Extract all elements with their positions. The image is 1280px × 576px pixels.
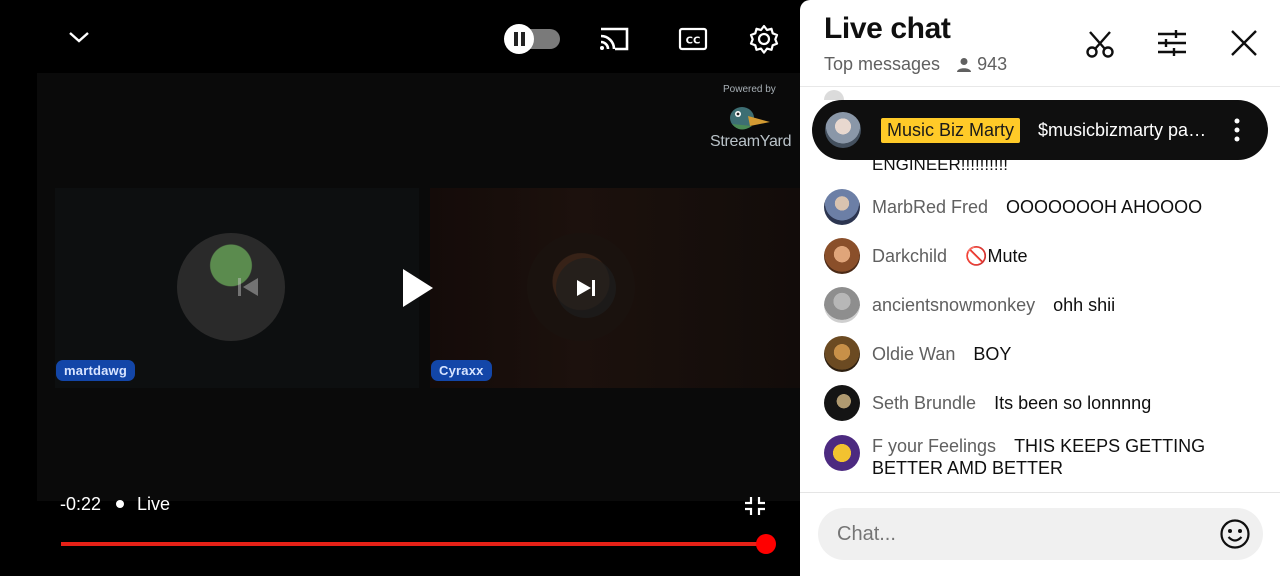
avatar xyxy=(824,287,860,323)
avatar xyxy=(824,435,860,471)
chat-subheader: Top messages 943 xyxy=(824,54,1007,75)
message-text: ohh shii xyxy=(1053,295,1116,315)
streamyard-watermark: Powered by StreamYard xyxy=(706,84,798,154)
time-display: -0:22 Live xyxy=(60,492,170,516)
pinned-text: $musicbizmarty pa… xyxy=(1038,119,1207,140)
avatar xyxy=(824,238,860,274)
avatar xyxy=(824,385,860,421)
chat-input[interactable] xyxy=(837,522,1197,546)
input-divider xyxy=(800,492,1280,493)
message-text: Its been so lonnnng xyxy=(994,393,1152,413)
participant-name-tag: martdawg xyxy=(56,360,136,381)
message-text: 🚫Mute xyxy=(965,246,1028,266)
message-author[interactable]: MarbRed Fred xyxy=(872,197,988,217)
person-icon xyxy=(957,57,972,72)
streamyard-duck-logo xyxy=(730,107,770,130)
emoji-icon[interactable] xyxy=(1219,518,1251,550)
tune-icon[interactable] xyxy=(1152,23,1192,63)
message-author[interactable]: F your Feelings xyxy=(872,436,996,456)
scissors-icon[interactable] xyxy=(1080,24,1120,64)
message-text: BOY xyxy=(973,344,1012,364)
video-player[interactable]: martdawg Cyraxx Powered by StreamYard CC… xyxy=(0,0,800,576)
message-author[interactable]: Seth Brundle xyxy=(872,393,976,413)
chat-message[interactable]: ancientsnowmonkey ohh shii xyxy=(824,287,1264,323)
live-label[interactable]: Live xyxy=(137,494,170,515)
chat-mode-selector[interactable]: Top messages xyxy=(824,54,940,75)
chat-input-container[interactable] xyxy=(818,508,1263,560)
svg-text:CC: CC xyxy=(686,36,701,47)
exit-fullscreen-icon[interactable] xyxy=(742,494,768,518)
scrolled-message xyxy=(824,86,1124,100)
live-chat-panel: Live chat Top messages 943 ENGINEER!!!!!… xyxy=(800,0,1280,576)
pinned-message[interactable]: Music Biz Marty $musicbizmarty pa… xyxy=(812,100,1268,160)
viewer-count: 943 xyxy=(956,54,1007,75)
avatar xyxy=(824,189,860,225)
app-root: martdawg Cyraxx Powered by StreamYard CC… xyxy=(0,0,1280,576)
time-remaining: -0:22 xyxy=(60,493,102,514)
close-icon[interactable] xyxy=(1224,23,1264,63)
chat-message[interactable]: F your Feelings THIS KEEPS GETTING BETTER… xyxy=(824,435,1264,479)
play-icon[interactable] xyxy=(383,255,453,321)
progress-bar[interactable] xyxy=(61,542,767,546)
scrubber-handle[interactable] xyxy=(756,534,776,554)
chat-message[interactable]: MarbRed Fred OOOOOOOH AHOOOO xyxy=(824,189,1264,225)
chat-message[interactable]: Seth Brundle Its been so lonnnng xyxy=(824,385,1264,421)
message-author[interactable]: ancientsnowmonkey xyxy=(872,295,1035,315)
streamyard-powered-by: Powered by xyxy=(723,84,776,95)
previous-icon xyxy=(218,262,278,312)
streamyard-name: StreamYard xyxy=(710,133,792,150)
chevron-down-icon[interactable] xyxy=(62,22,96,52)
autoplay-toggle[interactable] xyxy=(504,24,560,54)
live-dot xyxy=(116,500,125,508)
settings-icon[interactable] xyxy=(746,20,782,58)
cast-icon[interactable] xyxy=(596,22,632,56)
more-vert-icon[interactable] xyxy=(1225,115,1249,145)
chat-title: Live chat xyxy=(824,12,951,45)
avatar xyxy=(825,112,861,148)
participant-name-tag: Cyraxx xyxy=(431,360,492,381)
viewer-count-value: 943 xyxy=(977,54,1008,74)
closed-captions-icon[interactable]: CC xyxy=(676,24,710,54)
message-author[interactable]: Oldie Wan xyxy=(872,344,955,364)
chat-message[interactable]: Darkchild 🚫Mute xyxy=(824,238,1264,274)
chat-message[interactable]: Oldie Wan BOY xyxy=(824,336,1264,372)
pinned-author: Music Biz Marty xyxy=(881,117,1021,143)
avatar xyxy=(824,336,860,372)
next-icon[interactable] xyxy=(556,258,616,318)
message-text: OOOOOOOH AHOOOO xyxy=(1006,197,1203,217)
message-author[interactable]: Darkchild xyxy=(872,246,947,266)
